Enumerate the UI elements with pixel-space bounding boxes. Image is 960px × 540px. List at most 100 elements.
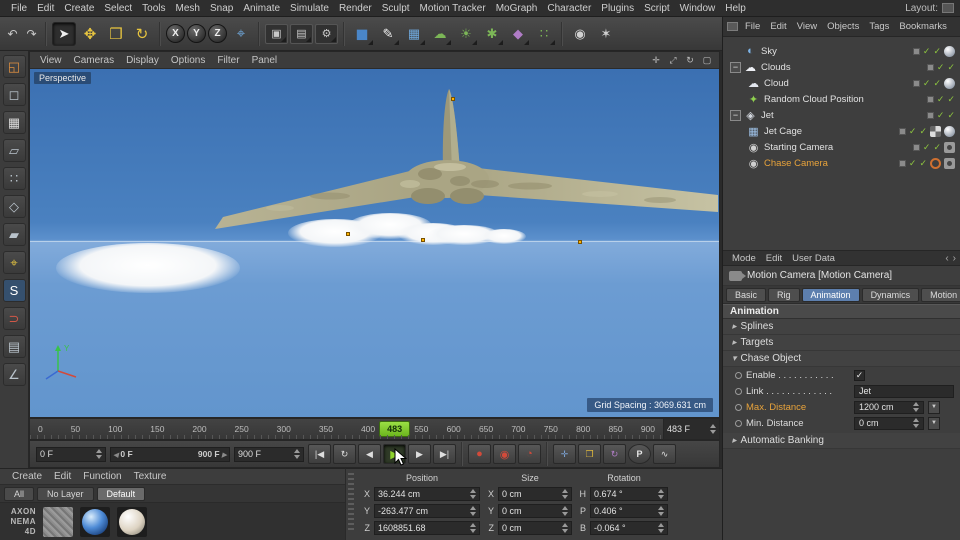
menubar-item[interactable]: Select xyxy=(99,3,137,14)
array-button[interactable]: ∷ xyxy=(532,22,556,46)
size-y-field[interactable]: 0 cm xyxy=(498,504,572,518)
material-menu-item[interactable]: Function xyxy=(77,471,127,482)
tab-basic[interactable]: Basic xyxy=(726,288,766,302)
menubar-item[interactable]: Create xyxy=(59,3,99,14)
model-mode-icon[interactable]: ◻ xyxy=(3,83,26,106)
object-row-jet[interactable]: Jet xyxy=(723,107,960,123)
render-visibility-toggle[interactable] xyxy=(919,127,927,136)
layer-chip[interactable] xyxy=(913,80,920,87)
menubar-item[interactable]: Render xyxy=(334,3,377,14)
light-button[interactable]: ✶ xyxy=(594,22,618,46)
menubar-item[interactable]: Script xyxy=(639,3,675,14)
simulation-button[interactable]: ✱ xyxy=(480,22,504,46)
keyframe-dot-icon[interactable] xyxy=(735,388,742,395)
texture-tag-icon[interactable] xyxy=(944,46,955,57)
display-tag-icon[interactable] xyxy=(930,126,941,137)
object-manager-menu-item[interactable]: Bookmarks xyxy=(894,21,952,32)
object-handle[interactable] xyxy=(421,238,425,242)
group-chase-object[interactable]: Chase Object xyxy=(723,351,960,367)
object-row-clouds[interactable]: Clouds xyxy=(723,59,960,75)
x-axis-lock-button[interactable]: X xyxy=(166,24,185,43)
rotate-view-icon[interactable]: ↻ xyxy=(682,53,698,67)
object-row-starting-camera[interactable]: Starting Camera xyxy=(723,139,960,155)
collapse-toggle-icon[interactable] xyxy=(730,110,741,121)
layer-tab-default[interactable]: Default xyxy=(97,487,146,501)
viewport-menu-item[interactable]: View xyxy=(34,55,68,66)
texture-tag-icon[interactable] xyxy=(944,126,955,137)
layout-selector-icon[interactable] xyxy=(942,3,954,13)
material-thumb-blue[interactable] xyxy=(80,507,110,537)
render-visibility-toggle[interactable] xyxy=(919,159,927,168)
group-automatic-banking[interactable]: Automatic Banking xyxy=(723,433,960,449)
toggle-view-icon[interactable]: ▢ xyxy=(699,53,715,67)
render-visibility-toggle[interactable] xyxy=(947,111,955,120)
menubar-item[interactable]: Simulate xyxy=(285,3,334,14)
object-manager-menu-item[interactable]: View xyxy=(792,21,822,32)
keyframe-dot-icon[interactable] xyxy=(735,372,742,379)
collapse-toggle-icon[interactable] xyxy=(730,62,741,73)
axis-mode-icon[interactable]: ⌖ xyxy=(3,251,26,274)
record-pla-button[interactable]: ∿ xyxy=(653,444,676,464)
editor-visibility-toggle[interactable] xyxy=(937,95,945,104)
object-manager-menu-item[interactable]: Tags xyxy=(864,21,894,32)
environment-button[interactable]: ☁ xyxy=(428,22,452,46)
object-handle[interactable] xyxy=(578,240,582,244)
autokeying-button[interactable]: ◉ xyxy=(493,444,516,464)
object-handle[interactable] xyxy=(451,97,455,101)
min-distance-dropdown-icon[interactable] xyxy=(928,417,940,430)
render-visibility-toggle[interactable] xyxy=(947,95,955,104)
redo-icon[interactable]: ↷ xyxy=(23,22,40,46)
move-tool[interactable]: ✥ xyxy=(78,22,102,46)
pen-spline-button[interactable]: ✎ xyxy=(376,22,400,46)
menubar-item[interactable]: Character xyxy=(542,3,596,14)
position-x-field[interactable]: 36.244 cm xyxy=(374,487,480,501)
group-targets[interactable]: Targets xyxy=(723,335,960,351)
layer-chip[interactable] xyxy=(927,64,934,71)
rotate-tool[interactable]: ↻ xyxy=(130,22,154,46)
jet-model[interactable] xyxy=(30,69,719,417)
layer-tab-all[interactable]: All xyxy=(4,487,34,501)
attribute-menu-item[interactable]: Mode xyxy=(727,253,761,264)
layer-chip[interactable] xyxy=(913,48,920,55)
tab-animation[interactable]: Animation xyxy=(802,288,860,302)
timeline-end-field[interactable]: 900 F xyxy=(234,447,304,462)
menubar-item[interactable]: Motion Tracker xyxy=(415,3,491,14)
camera-button[interactable]: ◉ xyxy=(568,22,592,46)
max-distance-dropdown-icon[interactable] xyxy=(928,401,940,414)
physical-sky-button[interactable]: ☀ xyxy=(454,22,478,46)
object-row-jet-cage[interactable]: Jet Cage xyxy=(723,123,960,139)
menubar-item[interactable]: MoGraph xyxy=(491,3,543,14)
position-z-field[interactable]: 1608851.68 xyxy=(374,521,480,535)
render-visibility-toggle[interactable] xyxy=(933,47,941,56)
attribute-menu-item[interactable]: Edit xyxy=(761,253,787,264)
viewport-canvas[interactable]: Y Perspective Grid Spacing : 3069.631 cm xyxy=(30,69,719,417)
record-keyframe-button[interactable]: ● xyxy=(468,444,491,464)
editor-visibility-toggle[interactable] xyxy=(923,79,931,88)
timeline-start-field[interactable]: 0 F xyxy=(36,447,106,462)
mograph-button[interactable]: ◆ xyxy=(506,22,530,46)
panel-icon[interactable] xyxy=(727,22,738,31)
go-to-end-button[interactable]: ▶| xyxy=(433,444,456,464)
solo-mode-icon[interactable]: S xyxy=(3,279,26,302)
layer-chip[interactable] xyxy=(899,160,906,167)
object-handle[interactable] xyxy=(346,232,350,236)
menubar-item[interactable]: Tools xyxy=(137,3,170,14)
viewport-menu-item[interactable]: Filter xyxy=(211,55,245,66)
tab-rig[interactable]: Rig xyxy=(768,288,800,302)
rotation-h-field[interactable]: 0.674 ° xyxy=(590,487,668,501)
object-manager-menu-item[interactable]: Objects xyxy=(822,21,864,32)
render-settings-button[interactable]: ⚙ xyxy=(315,24,338,44)
panel-grip[interactable] xyxy=(348,473,354,533)
tab-motion[interactable]: Motion xyxy=(921,288,960,302)
record-rotation-button[interactable]: ↻ xyxy=(603,444,626,464)
play-loop-button[interactable]: ↻ xyxy=(333,444,356,464)
layer-tab-no-layer[interactable]: No Layer xyxy=(37,487,94,501)
target-tag-icon[interactable] xyxy=(930,158,941,169)
material-thumb-beige[interactable] xyxy=(117,507,147,537)
scale-tool[interactable]: ❒ xyxy=(104,22,128,46)
link-field[interactable]: Jet xyxy=(854,385,954,398)
menubar-item[interactable]: Window xyxy=(675,3,721,14)
rotation-b-field[interactable]: -0.064 ° xyxy=(590,521,668,535)
menubar-item[interactable]: Snap xyxy=(205,3,238,14)
current-frame-marker[interactable]: 483 xyxy=(379,421,410,437)
